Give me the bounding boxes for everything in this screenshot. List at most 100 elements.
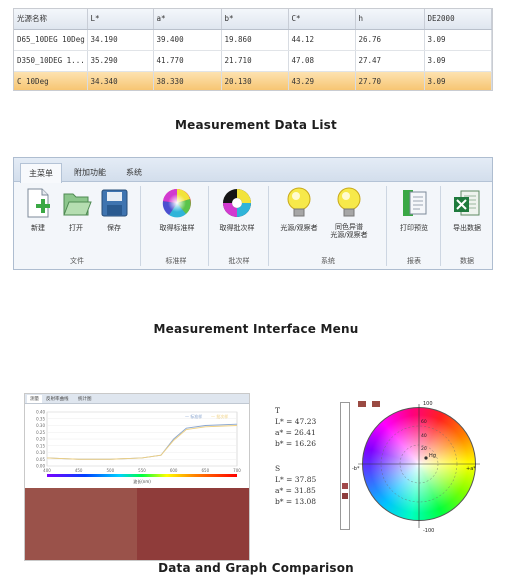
x-tick-label: 600: [170, 468, 178, 473]
cell-b: 19.860: [221, 29, 289, 51]
lightness-strip: [340, 402, 350, 530]
excel-export-icon: [451, 186, 483, 220]
tab-reflectance-curve[interactable]: 反射率曲线: [43, 395, 72, 403]
col-header-a[interactable]: a*: [153, 9, 222, 30]
col-header-de2000[interactable]: DE2000: [424, 9, 492, 30]
get-batch-label: 取得批次样: [219, 224, 255, 232]
col-header-b[interactable]: b*: [221, 9, 289, 30]
readout-t-a: a* = 26.41: [275, 428, 316, 437]
color-wheel-icon: [161, 186, 193, 220]
group-label-batch: 批次样: [228, 257, 250, 265]
get-standard-button[interactable]: 取得标准样: [154, 186, 200, 233]
reflectance-chart: 0.400.350.300.250.200.150.100.050.00400 4…: [36, 410, 241, 485]
caption-interface-menu: Measurement Interface Menu: [153, 322, 359, 336]
wheel-marker-label: Hg: [429, 453, 436, 459]
export-data-label: 导出数据: [453, 224, 481, 232]
save-button[interactable]: 保存: [94, 186, 134, 233]
wheel-ring-label: 60: [421, 420, 427, 425]
open-button-label: 打开: [69, 224, 83, 232]
tab-statistics[interactable]: 统计图: [75, 395, 95, 403]
group-separator: [140, 186, 141, 266]
y-tick-label: 0.05: [36, 457, 45, 462]
tab-system[interactable]: 系统: [118, 163, 150, 182]
wheel-label-bottom: -100: [423, 528, 435, 534]
visible-spectrum-bar: [47, 474, 237, 477]
light-observer-button[interactable]: 光源/观察者: [276, 186, 322, 233]
y-tick-label: 0.30: [36, 423, 45, 428]
group-label-data: 数据: [460, 257, 474, 265]
wheel-ring-label: 20: [421, 447, 427, 452]
group-label-report: 报表: [407, 257, 421, 265]
group-separator: [268, 186, 269, 266]
readout-s-label: S: [275, 464, 281, 473]
table-header-row: 光源名称 L* a* b* C* h DE2000: [14, 9, 492, 30]
caption-graph-comparison: Data and Graph Comparison: [158, 561, 354, 575]
x-tick-label: 550: [138, 468, 146, 473]
colorimetric-readout: T L* = 47.23 a* = 26.41 b* = 16.26 S L* …: [275, 405, 335, 507]
caption-data-list: Measurement Data List: [175, 118, 337, 132]
readout-t-l: L* = 47.23: [275, 417, 317, 426]
metamerism-light-button[interactable]: 同色异谱 光源/观察者: [324, 186, 374, 239]
wheel-ring-label: 40: [421, 434, 427, 439]
table-row-selected[interactable]: C 10Deg 34.340 38.330 20.130 43.29 27.70…: [14, 71, 492, 90]
new-button[interactable]: 新建: [18, 186, 58, 233]
x-tick-label: 650: [202, 468, 210, 473]
ab-color-wheel: 100 -100 -b* +a* 60 40 20 Hg: [352, 400, 485, 536]
readout-s-a: a* = 31.85: [275, 486, 316, 495]
get-standard-label: 取得标准样: [159, 224, 195, 232]
metamerism-light-label: 同色异谱 光源/观察者: [330, 223, 368, 239]
tab-main-menu[interactable]: 主菜单: [20, 163, 62, 183]
cell-b: 21.710: [221, 50, 289, 72]
y-tick-label: 0.35: [36, 416, 45, 421]
cell-illuminant: C 10Deg: [14, 71, 88, 90]
readout-s-b: b* = 13.08: [275, 497, 317, 506]
x-tick-label: 500: [107, 468, 115, 473]
print-preview-icon: [398, 186, 430, 220]
cell-de2000: 3.09: [424, 50, 492, 72]
light-bulb-icon: [283, 186, 315, 220]
group-separator: [440, 186, 441, 266]
wheel-label-left: -b*: [352, 466, 360, 472]
save-button-label: 保存: [107, 224, 121, 232]
group-label-standard: 标准样: [165, 257, 187, 265]
cell-c: 44.12: [288, 29, 356, 51]
cell-c: 43.29: [288, 71, 356, 90]
spectrum-tab-bar: 测量 反射率曲线 统计图: [25, 394, 249, 404]
x-axis-label: 波长(nm): [133, 478, 151, 484]
y-tick-label: 0.15: [36, 443, 45, 448]
x-tick-label: 700: [233, 468, 241, 473]
tab-addons[interactable]: 附加功能: [66, 163, 114, 182]
color-swatch-batch: [137, 488, 249, 560]
cell-a: 39.400: [153, 29, 222, 51]
col-header-l[interactable]: L*: [87, 9, 154, 30]
col-header-h[interactable]: h: [355, 9, 425, 30]
ribbon-menu: 主菜单 附加功能 系统 新建 打开 保存 文件 取得标准样 标准样 取得批次样 …: [13, 157, 493, 270]
col-header-c[interactable]: C*: [288, 9, 356, 30]
readout-t-label: T: [275, 406, 281, 415]
legend-entry: — 标准样: [185, 413, 202, 419]
y-tick-label: 0.25: [36, 430, 45, 435]
x-tick-label: 400: [43, 468, 51, 473]
cell-l: 34.340: [87, 71, 154, 90]
table-row[interactable]: D65_10DEG 10Deg 34.190 39.400 19.860 44.…: [14, 29, 492, 51]
print-preview-button[interactable]: 打印预览: [392, 186, 436, 233]
y-tick-label: 0.10: [36, 450, 45, 455]
cell-h: 27.47: [355, 50, 425, 72]
wheel-label-top: 100: [423, 401, 433, 407]
spectral-curve-panel: 测量 反射率曲线 统计图 0.40 0.35 0.30 0.25 0.20 0.15 0.1…: [24, 393, 250, 561]
cell-illuminant: D65_10DEG 10Deg: [14, 29, 88, 51]
light-bulb-icon: [333, 186, 365, 220]
group-label-system: 系统: [321, 257, 335, 265]
light-observer-label: 光源/观察者: [280, 224, 318, 232]
ribbon-tab-bar: 主菜单 附加功能 系统: [14, 158, 492, 183]
tab-measure[interactable]: 测量: [27, 395, 42, 403]
cell-l: 34.190: [87, 29, 154, 51]
export-data-button[interactable]: 导出数据: [444, 186, 490, 233]
open-button[interactable]: 打开: [56, 186, 96, 233]
y-tick-label: 0.40: [36, 410, 45, 415]
table-row[interactable]: D350_10DEG 1... 35.290 41.770 21.710 47.…: [14, 50, 492, 72]
cell-a: 38.330: [153, 71, 222, 90]
y-tick-label: 0.20: [36, 437, 45, 442]
get-batch-button[interactable]: 取得批次样: [214, 186, 260, 233]
col-header-illuminant[interactable]: 光源名称: [14, 9, 88, 30]
